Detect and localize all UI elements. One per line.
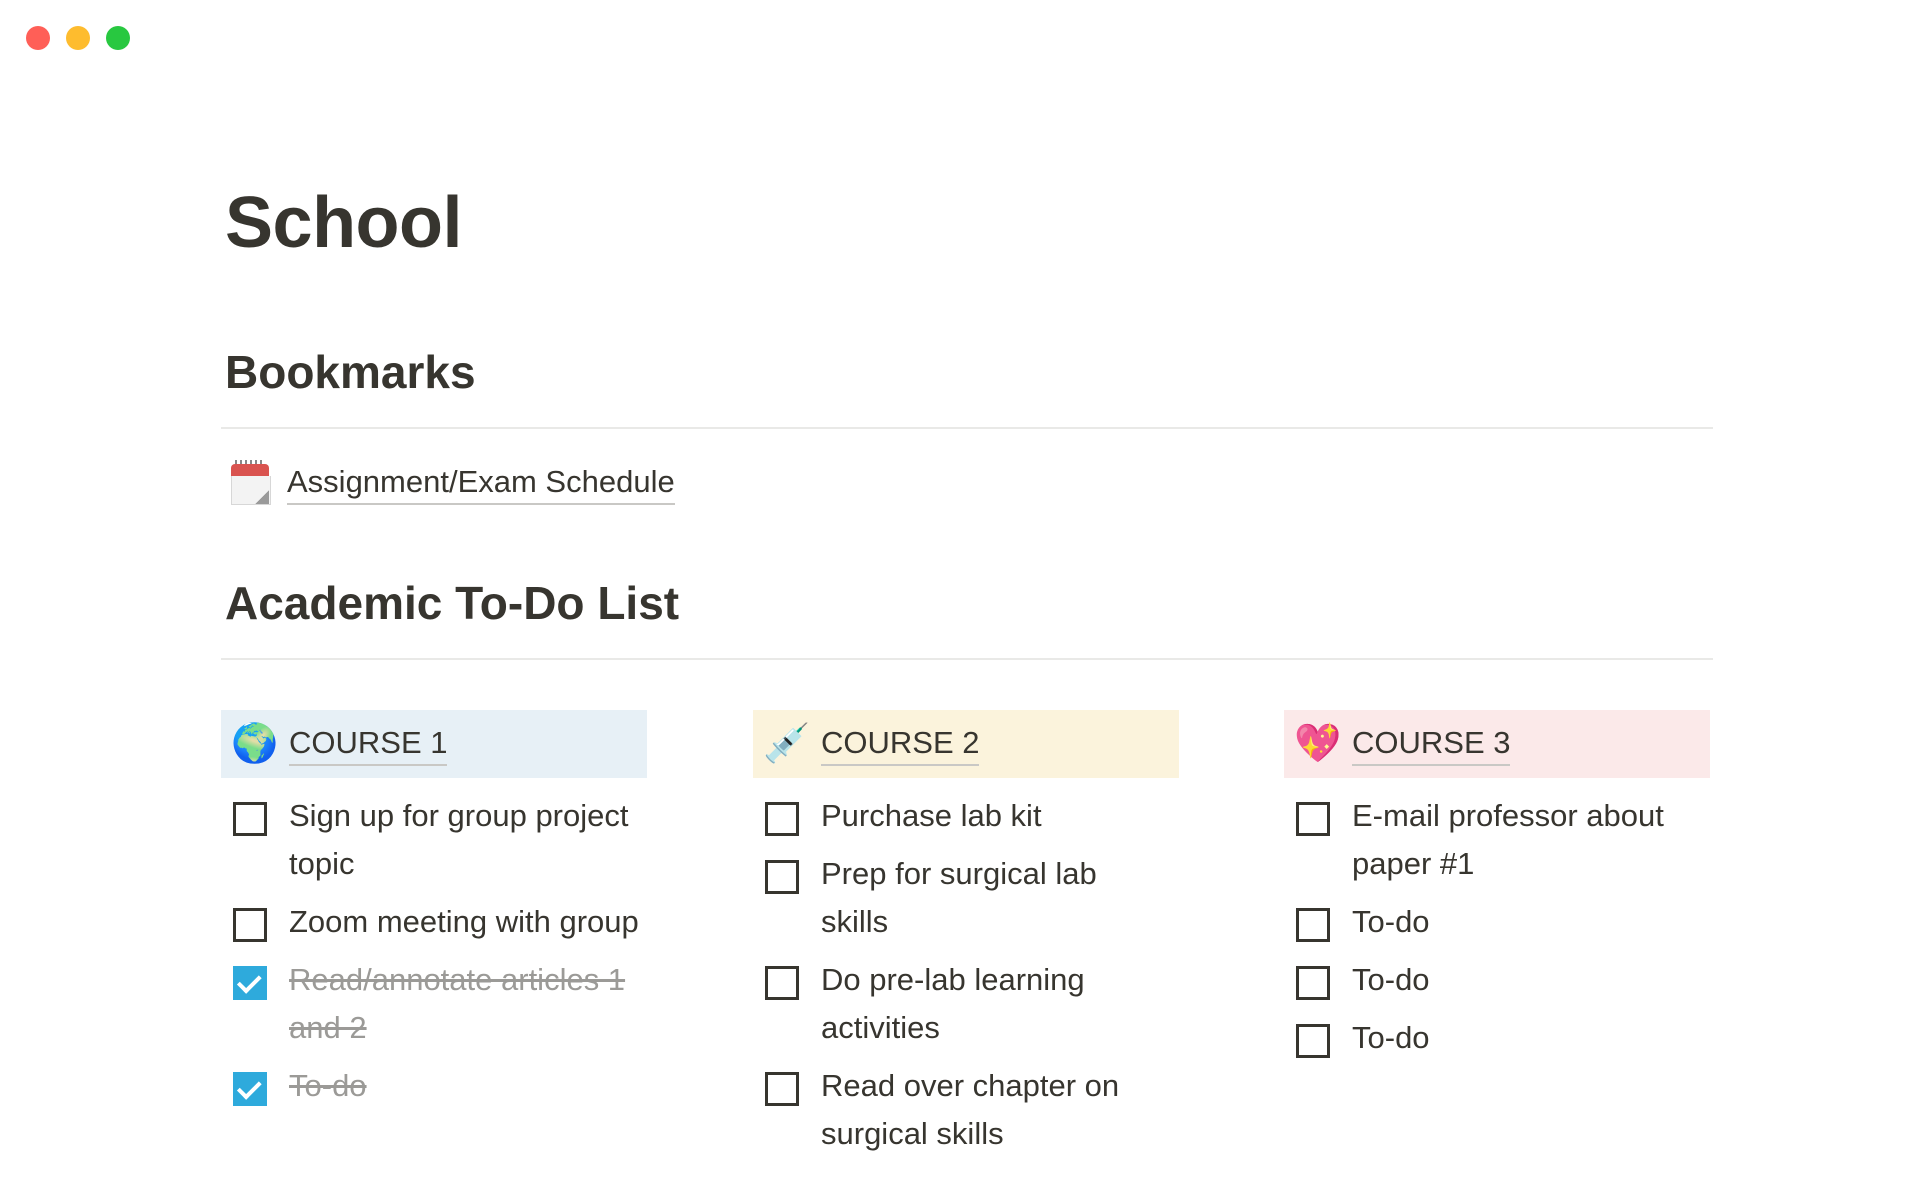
todo-item: Read/annotate articles 1 and 2 xyxy=(221,952,647,1058)
checkbox[interactable] xyxy=(1296,966,1330,1000)
app-window: School Bookmarks Assignment/Exam Schedul… xyxy=(0,0,1920,1200)
todo-text[interactable]: Zoom meeting with group xyxy=(289,898,639,946)
course-header-3[interactable]: 💖 COURSE 3 xyxy=(1284,710,1710,778)
divider xyxy=(221,427,1713,429)
checkmark-icon xyxy=(236,1074,262,1100)
close-window-button[interactable] xyxy=(26,26,50,50)
todo-text[interactable]: E-mail professor about paper #1 xyxy=(1352,792,1702,888)
divider xyxy=(221,658,1713,660)
sparkling-heart-icon: 💖 xyxy=(1294,723,1342,765)
window-controls xyxy=(26,26,130,50)
course-header-1[interactable]: 🌍 COURSE 1 xyxy=(221,710,647,778)
todo-heading: Academic To-Do List xyxy=(225,577,680,629)
todo-item: Do pre-lab learning activities xyxy=(753,952,1179,1058)
todo-item: Purchase lab kit xyxy=(753,788,1179,846)
todo-text[interactable]: Read/annotate articles 1 and 2 xyxy=(289,956,639,1052)
bookmark-link[interactable]: Assignment/Exam Schedule xyxy=(287,462,675,505)
todo-item: Zoom meeting with group xyxy=(221,894,647,952)
todo-list: Purchase lab kit Prep for surgical lab s… xyxy=(753,788,1179,1164)
todo-text[interactable]: To-do xyxy=(1352,956,1702,1004)
todo-list: E-mail professor about paper #1 To-do To… xyxy=(1284,788,1710,1068)
course-label[interactable]: COURSE 2 xyxy=(821,723,980,766)
bookmarks-heading: Bookmarks xyxy=(225,346,476,398)
todo-item: To-do xyxy=(1284,894,1710,952)
calendar-icon xyxy=(229,460,271,506)
todo-item: E-mail professor about paper #1 xyxy=(1284,788,1710,894)
course-column-3: 💖 COURSE 3 E-mail professor about paper … xyxy=(1284,710,1710,1068)
checkmark-icon xyxy=(236,968,262,994)
checkbox[interactable] xyxy=(1296,1024,1330,1058)
todo-text[interactable]: To-do xyxy=(289,1062,639,1110)
checkbox[interactable] xyxy=(233,908,267,942)
course-label[interactable]: COURSE 3 xyxy=(1352,723,1511,766)
checkbox[interactable] xyxy=(765,860,799,894)
checkbox[interactable] xyxy=(765,802,799,836)
course-header-2[interactable]: 💉 COURSE 2 xyxy=(753,710,1179,778)
checkbox[interactable] xyxy=(765,1072,799,1106)
maximize-window-button[interactable] xyxy=(106,26,130,50)
todo-item: Read over chapter on surgical skills xyxy=(753,1058,1179,1164)
todo-text[interactable]: To-do xyxy=(1352,1014,1702,1062)
checkbox-checked[interactable] xyxy=(233,966,267,1000)
todo-text[interactable]: Sign up for group project topic xyxy=(289,792,639,888)
todo-text[interactable]: Prep for surgical lab skills xyxy=(821,850,1171,946)
todo-list: Sign up for group project topic Zoom mee… xyxy=(221,788,647,1116)
todo-text[interactable]: Purchase lab kit xyxy=(821,792,1171,840)
checkbox[interactable] xyxy=(765,966,799,1000)
checkbox[interactable] xyxy=(1296,908,1330,942)
todo-item: To-do xyxy=(1284,1010,1710,1068)
checkbox[interactable] xyxy=(233,802,267,836)
course-column-2: 💉 COURSE 2 Purchase lab kit Prep for sur… xyxy=(753,710,1179,1164)
minimize-window-button[interactable] xyxy=(66,26,90,50)
todo-item: Prep for surgical lab skills xyxy=(753,846,1179,952)
course-column-1: 🌍 COURSE 1 Sign up for group project top… xyxy=(221,710,647,1116)
checkbox[interactable] xyxy=(1296,802,1330,836)
page-title: School xyxy=(225,183,463,263)
syringe-icon: 💉 xyxy=(763,723,811,765)
todo-item: To-do xyxy=(221,1058,647,1116)
todo-item: Sign up for group project topic xyxy=(221,788,647,894)
checkbox-checked[interactable] xyxy=(233,1072,267,1106)
todo-item: To-do xyxy=(1284,952,1710,1010)
todo-text[interactable]: Read over chapter on surgical skills xyxy=(821,1062,1171,1158)
bookmark-assignment-schedule[interactable]: Assignment/Exam Schedule xyxy=(229,460,675,506)
course-columns: 🌍 COURSE 1 Sign up for group project top… xyxy=(221,710,1713,1200)
todo-text[interactable]: Do pre-lab learning activities xyxy=(821,956,1171,1052)
globe-icon: 🌍 xyxy=(231,723,279,765)
course-label[interactable]: COURSE 1 xyxy=(289,723,448,766)
todo-text[interactable]: To-do xyxy=(1352,898,1702,946)
